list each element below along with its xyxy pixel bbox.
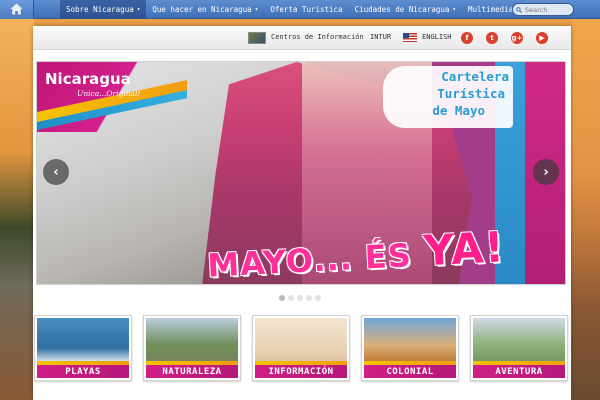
hero-slider[interactable]: Nicaragua Unica...Original! Cartelera Tu… — [36, 61, 566, 285]
slider-dot[interactable] — [297, 295, 303, 301]
search-input[interactable] — [525, 5, 573, 14]
tile-image: NATURALEZA — [146, 318, 238, 378]
nav-item-label: Multimedia — [468, 4, 514, 14]
tile-label: AVENTURA — [495, 367, 543, 377]
promo-line: Cartelera — [441, 69, 509, 84]
logo-text: Nicaragua — [45, 70, 131, 88]
chevron-down-icon: ▾ — [452, 5, 457, 13]
tile-informacion[interactable]: INFORMACIÓN — [252, 315, 350, 381]
tile-playas[interactable]: PLAYAS — [34, 315, 132, 381]
nav-item-oferta-turistica[interactable]: Oferta Turistica — [264, 0, 348, 19]
headline-accent: YA! — [422, 222, 506, 276]
chevron-down-icon: ▾ — [254, 5, 259, 13]
background-sunset-left — [0, 18, 34, 400]
utility-bar: Centros de Información INTUR ENGLISH f t… — [33, 26, 571, 50]
tile-aventura[interactable]: AVENTURA — [470, 315, 568, 381]
nav-item-sobre-nicaragua[interactable]: Sobre Nicaragua ▾ — [60, 0, 147, 19]
promo-line: Turística — [437, 86, 505, 101]
logo-tagline: Unica...Original! — [77, 89, 141, 98]
tile-colonial[interactable]: COLONIAL — [361, 315, 459, 381]
nav-item-que-hacer[interactable]: Que hacer en Nicaragua ▾ — [146, 0, 264, 19]
map-icon — [248, 32, 266, 44]
tile-image: AVENTURA — [473, 318, 565, 378]
home-icon — [10, 3, 23, 15]
nav-item-label: Ciudades de Nicaragua — [354, 4, 450, 14]
twitter-icon[interactable]: t — [486, 32, 498, 44]
slider-dot[interactable] — [315, 295, 321, 301]
nav-item-label: Que hacer en Nicaragua — [152, 4, 252, 14]
tile-image: PLAYAS — [37, 318, 129, 378]
tile-label: INFORMACIÓN — [268, 367, 334, 377]
home-button[interactable] — [0, 0, 34, 19]
promo-box: Cartelera Turística de Mayo — [383, 66, 513, 128]
category-tiles: PLAYAS NATURALEZA INFORMACIÓN COLONIAL A… — [34, 315, 568, 381]
slider-dot[interactable] — [279, 295, 285, 301]
tile-label: NATURALEZA — [162, 367, 222, 377]
tile-label: COLONIAL — [386, 367, 434, 377]
us-flag-icon — [403, 33, 417, 42]
promo-line: de Mayo — [432, 103, 485, 118]
tile-image: COLONIAL — [364, 318, 456, 378]
slider-dot[interactable] — [288, 295, 294, 301]
top-navigation-bar: Sobre Nicaragua ▾ Que hacer en Nicaragua… — [0, 0, 600, 19]
english-link[interactable]: ENGLISH — [422, 33, 452, 41]
search-box[interactable] — [512, 3, 574, 16]
youtube-icon[interactable]: ▶ — [536, 32, 548, 44]
nav-item-label: Oferta Turistica — [270, 4, 343, 14]
centros-informacion-link[interactable]: Centros de Información — [271, 33, 364, 41]
background-sunset-right — [572, 18, 600, 400]
slider-next-button[interactable]: › — [533, 159, 559, 185]
google-plus-icon[interactable]: g+ — [511, 32, 523, 44]
tile-label: PLAYAS — [65, 367, 101, 377]
intur-link[interactable]: INTUR — [370, 33, 391, 41]
search-icon — [516, 6, 522, 13]
slider-pagination — [279, 295, 321, 301]
nav-item-ciudades[interactable]: Ciudades de Nicaragua ▾ — [349, 0, 462, 19]
main-panel: Centros de Información INTUR ENGLISH f t… — [33, 26, 571, 400]
chevron-down-icon: ▾ — [136, 5, 141, 13]
slider-prev-button[interactable]: ‹ — [43, 159, 69, 185]
tile-image: INFORMACIÓN — [255, 318, 347, 378]
tile-naturaleza[interactable]: NATURALEZA — [143, 315, 241, 381]
nav-item-label: Sobre Nicaragua — [66, 4, 134, 14]
slider-dot[interactable] — [306, 295, 312, 301]
facebook-icon[interactable]: f — [461, 32, 473, 44]
